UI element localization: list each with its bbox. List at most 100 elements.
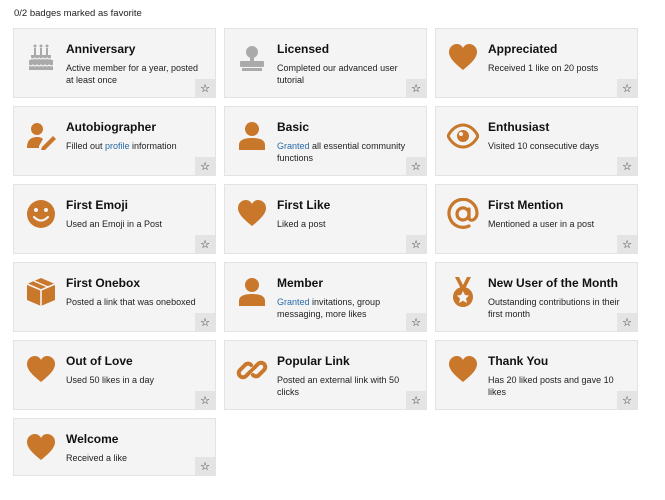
badge-name[interactable]: Autobiographer <box>66 120 156 134</box>
badge-card[interactable]: Anniversary Active member for a year, pos… <box>13 28 216 98</box>
star-icon: ☆ <box>622 394 632 407</box>
at-icon <box>446 197 480 231</box>
badge-name[interactable]: New User of the Month <box>488 276 618 290</box>
badge-card[interactable]: Enthusiast Visited 10 consecutive days ☆ <box>435 106 638 176</box>
link-icon <box>235 353 269 387</box>
badge-description: Used 50 likes in a day <box>66 375 155 385</box>
badge-description: Received 1 like on 20 posts <box>488 63 599 73</box>
description-link[interactable]: Granted <box>277 297 310 307</box>
star-icon: ☆ <box>200 238 210 251</box>
description-link[interactable]: profile <box>105 141 130 151</box>
heart-icon <box>446 41 480 75</box>
badge-description: Filled out profile information <box>66 140 205 152</box>
star-icon: ☆ <box>411 238 421 251</box>
badge-description: Granted invitations, group messaging, mo… <box>277 296 416 320</box>
badge-name[interactable]: First Like <box>277 198 330 212</box>
description-text: Filled out <box>66 141 106 151</box>
favorite-star-button[interactable]: ☆ <box>617 313 637 331</box>
badge-name[interactable]: Appreciated <box>488 42 557 56</box>
badge-name[interactable]: First Mention <box>488 198 563 212</box>
user-edit-icon <box>24 119 58 153</box>
badge-description: Posted a link that was oneboxed <box>66 297 196 307</box>
medal-icon <box>446 275 480 309</box>
favorite-star-button[interactable]: ☆ <box>617 235 637 253</box>
badge-name[interactable]: Licensed <box>277 42 329 56</box>
smile-icon <box>24 197 58 231</box>
favorites-counter: 0/2 badges marked as favorite <box>14 8 142 19</box>
heart-icon <box>24 353 58 387</box>
eye-icon <box>446 119 480 153</box>
star-icon: ☆ <box>622 160 632 173</box>
badge-card[interactable]: Popular Link Posted an external link with… <box>224 340 427 410</box>
favorite-star-button[interactable]: ☆ <box>617 157 637 175</box>
star-icon: ☆ <box>200 394 210 407</box>
badge-name[interactable]: Out of Love <box>66 354 133 368</box>
badge-card[interactable]: Welcome Received a like ☆ <box>13 418 216 476</box>
star-icon: ☆ <box>411 394 421 407</box>
certificate-icon <box>235 41 269 75</box>
star-icon: ☆ <box>622 238 632 251</box>
favorite-star-button[interactable]: ☆ <box>195 457 215 475</box>
badge-name[interactable]: Enthusiast <box>488 120 549 134</box>
badge-card[interactable]: Thank You Has 20 liked posts and gave 10 … <box>435 340 638 410</box>
cube-icon <box>24 275 58 309</box>
badge-card[interactable]: First Mention Mentioned a user in a post ☆ <box>435 184 638 254</box>
badge-name[interactable]: First Onebox <box>66 276 140 290</box>
user-icon <box>235 119 269 153</box>
favorite-star-button[interactable]: ☆ <box>195 391 215 409</box>
badge-card[interactable]: New User of the Month Outstanding contrib… <box>435 262 638 332</box>
favorite-star-button[interactable]: ☆ <box>406 391 426 409</box>
star-icon: ☆ <box>411 316 421 329</box>
user-icon <box>235 275 269 309</box>
favorite-star-button[interactable]: ☆ <box>406 157 426 175</box>
badge-description: Received a like <box>66 453 128 463</box>
badge-card[interactable]: Autobiographer Filled out profile informa… <box>13 106 216 176</box>
badge-description: Has 20 liked posts and gave 10 likes <box>488 375 614 397</box>
badge-description: Used an Emoji in a Post <box>66 219 163 229</box>
badge-description: Mentioned a user in a post <box>488 219 595 229</box>
favorite-star-button[interactable]: ☆ <box>406 313 426 331</box>
badge-name[interactable]: Anniversary <box>66 42 135 56</box>
description-link[interactable]: Granted <box>277 141 310 151</box>
star-icon: ☆ <box>411 160 421 173</box>
badge-name[interactable]: Member <box>277 276 323 290</box>
description-text: information <box>129 141 177 151</box>
badge-name[interactable]: Popular Link <box>277 354 350 368</box>
star-icon: ☆ <box>622 82 632 95</box>
heart-icon <box>24 431 58 465</box>
badge-card[interactable]: Member Granted invitations, group messagi… <box>224 262 427 332</box>
badge-card[interactable]: Appreciated Received 1 like on 20 posts ☆ <box>435 28 638 98</box>
favorite-star-button[interactable]: ☆ <box>617 391 637 409</box>
badge-grid: Anniversary Active member for a year, pos… <box>13 28 638 488</box>
badge-name[interactable]: Thank You <box>488 354 548 368</box>
star-icon: ☆ <box>622 316 632 329</box>
favorite-star-button[interactable]: ☆ <box>195 157 215 175</box>
badge-description: Posted an external link with 50 clicks <box>277 375 400 397</box>
badge-description: Visited 10 consecutive days <box>488 141 599 151</box>
badge-description: Active member for a year, posted at leas… <box>66 63 199 85</box>
badge-name[interactable]: Welcome <box>66 432 118 446</box>
badge-card[interactable]: Licensed Completed our advanced user tuto… <box>224 28 427 98</box>
badge-name[interactable]: First Emoji <box>66 198 128 212</box>
badge-card[interactable]: First Emoji Used an Emoji in a Post ☆ <box>13 184 216 254</box>
cake-icon <box>24 41 58 75</box>
heart-icon <box>235 197 269 231</box>
star-icon: ☆ <box>200 160 210 173</box>
favorite-star-button[interactable]: ☆ <box>195 235 215 253</box>
badge-description: Outstanding contributions in their first… <box>488 297 620 319</box>
favorite-star-button[interactable]: ☆ <box>406 235 426 253</box>
favorite-star-button[interactable]: ☆ <box>195 313 215 331</box>
favorite-star-button[interactable]: ☆ <box>406 79 426 97</box>
star-icon: ☆ <box>200 460 210 473</box>
badge-name[interactable]: Basic <box>277 120 309 134</box>
badge-card[interactable]: First Onebox Posted a link that was onebo… <box>13 262 216 332</box>
favorite-star-button[interactable]: ☆ <box>617 79 637 97</box>
badge-description: Liked a post <box>277 219 326 229</box>
badge-card[interactable]: First Like Liked a post ☆ <box>224 184 427 254</box>
badge-card[interactable]: Basic Granted all essential community fun… <box>224 106 427 176</box>
badge-card[interactable]: Out of Love Used 50 likes in a day ☆ <box>13 340 216 410</box>
heart-icon <box>446 353 480 387</box>
star-icon: ☆ <box>200 82 210 95</box>
favorite-star-button[interactable]: ☆ <box>195 79 215 97</box>
badge-description: Completed our advanced user tutorial <box>277 63 398 85</box>
